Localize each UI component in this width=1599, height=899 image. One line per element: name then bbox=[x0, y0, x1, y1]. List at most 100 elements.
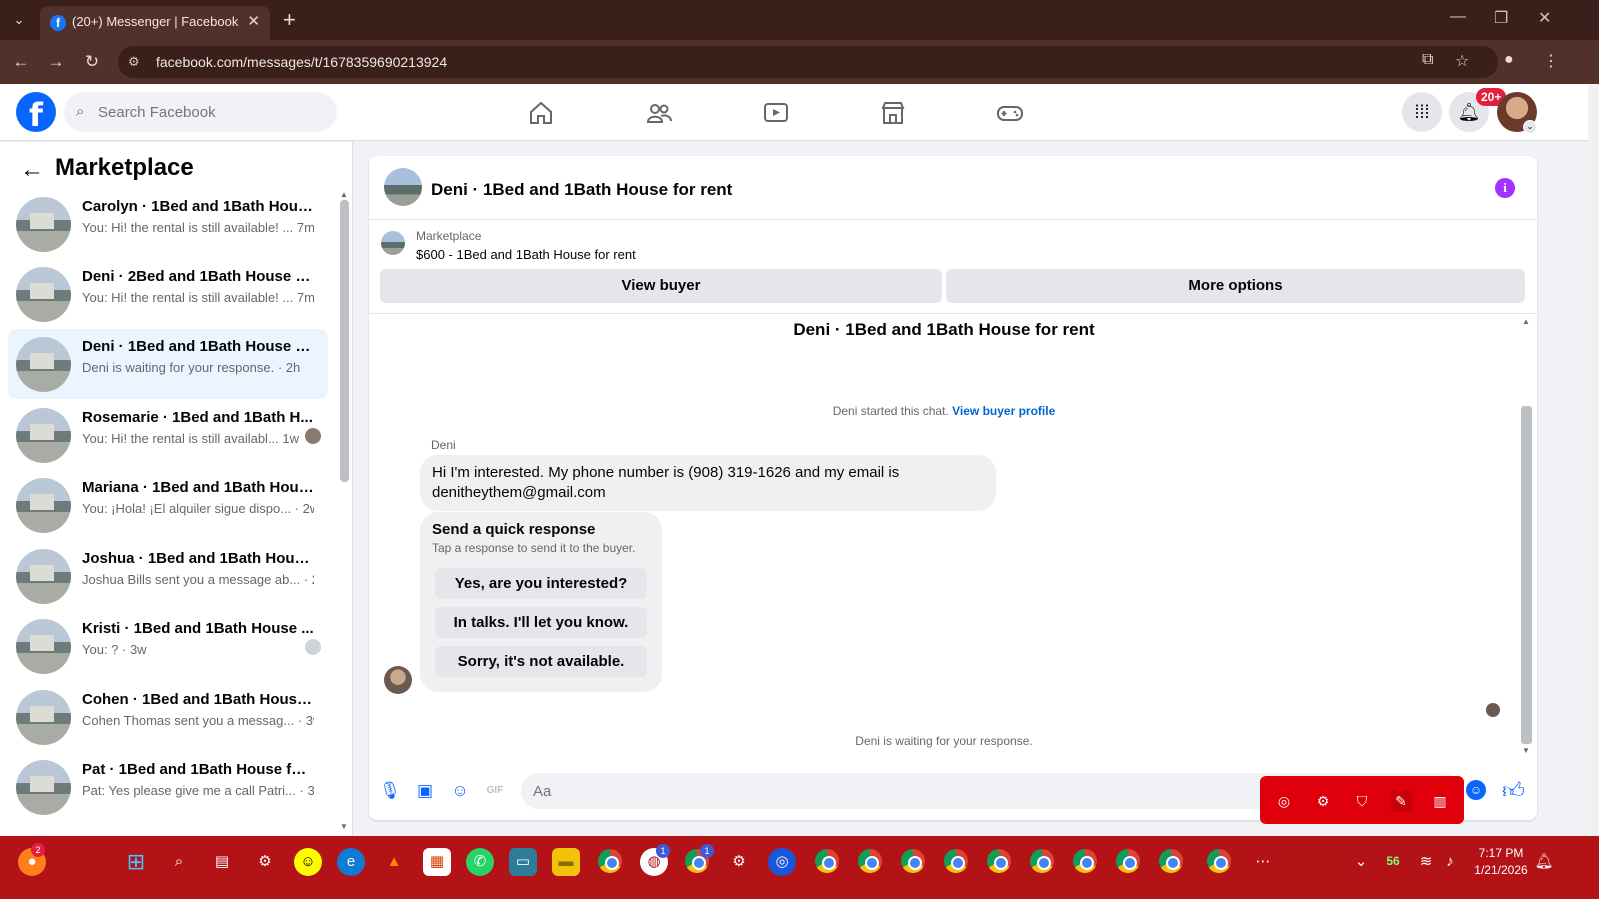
conversation-item[interactable]: Mariana · 1Bed and 1Bath House... You: ¡… bbox=[8, 470, 328, 540]
conversation-item[interactable]: Carolyn · 1Bed and 1Bath House ... You: … bbox=[8, 189, 328, 259]
steam-icon[interactable]: ⚙ bbox=[1312, 790, 1334, 812]
microsoft-store-icon[interactable]: ▦ bbox=[423, 848, 451, 876]
scroll-up-icon[interactable]: ▲ bbox=[340, 190, 348, 199]
bookmark-star-icon[interactable]: ☆ bbox=[1455, 51, 1469, 71]
sender-avatar[interactable] bbox=[384, 666, 412, 694]
minimize-icon[interactable]: — bbox=[1450, 8, 1466, 26]
scroll-up-icon[interactable]: ▲ bbox=[1522, 317, 1530, 326]
notification-bell-icon[interactable]: 🔔︎ bbox=[1530, 848, 1558, 876]
chrome-icon[interactable] bbox=[858, 849, 882, 873]
scroll-down-icon[interactable]: ▼ bbox=[1522, 746, 1530, 755]
chat-scroll-thumb[interactable] bbox=[1521, 406, 1532, 744]
install-app-icon[interactable]: ⧉ bbox=[1422, 51, 1433, 69]
gif-icon[interactable]: GIF bbox=[484, 780, 506, 802]
view-buyer-profile-link[interactable]: View buyer profile bbox=[952, 404, 1055, 418]
chrome-icon[interactable] bbox=[987, 849, 1011, 873]
edge-icon[interactable]: e bbox=[337, 848, 365, 876]
browser-menu-icon[interactable]: ⋮ bbox=[1543, 51, 1559, 71]
view-buyer-button[interactable]: View buyer bbox=[380, 269, 942, 303]
url-text[interactable]: facebook.com/messages/t/1678359690213924 bbox=[156, 54, 447, 70]
friends-icon[interactable] bbox=[604, 94, 714, 132]
whatsapp-icon[interactable]: ✆ bbox=[466, 848, 494, 876]
more-options-button[interactable]: More options bbox=[946, 269, 1525, 303]
chrome-icon[interactable] bbox=[1116, 849, 1140, 873]
vlc-icon[interactable]: ▲ bbox=[380, 848, 408, 876]
address-bar[interactable]: ⚙ facebook.com/messages/t/16783596902139… bbox=[118, 46, 1498, 78]
restore-icon[interactable]: ❐ bbox=[1494, 8, 1508, 28]
profile-icon[interactable]: ● bbox=[1504, 51, 1514, 69]
chrome-icon[interactable] bbox=[598, 849, 622, 873]
search-box[interactable]: ⌕ bbox=[64, 92, 337, 132]
new-tab-icon[interactable]: + bbox=[283, 7, 296, 33]
stats-bars-icon[interactable]: ▥ bbox=[1429, 790, 1451, 812]
tab-close-icon[interactable]: ✕ bbox=[247, 12, 260, 30]
conversation-item[interactable]: Kristi · 1Bed and 1Bath House ... You: ?… bbox=[8, 611, 328, 681]
clock-time[interactable]: 7:17 PM bbox=[1466, 846, 1536, 860]
clock-date[interactable]: 1/21/2026 bbox=[1466, 863, 1536, 877]
remote-app-icon[interactable]: ◎ bbox=[768, 848, 796, 876]
conversation-item[interactable]: Deni · 2Bed and 1Bath House fo... You: H… bbox=[8, 259, 328, 329]
file-explorer-icon[interactable]: ▬ bbox=[552, 848, 580, 876]
listing-thumbnail[interactable] bbox=[381, 231, 405, 255]
marketplace-icon[interactable] bbox=[838, 94, 948, 132]
chrome-icon[interactable] bbox=[1207, 849, 1231, 873]
message-input[interactable] bbox=[533, 773, 1233, 809]
task-view-icon[interactable]: ▤ bbox=[208, 848, 236, 876]
account-chevron-icon[interactable]: ⌄ bbox=[1523, 120, 1537, 134]
quick-response-button[interactable]: In talks. I'll let you know. bbox=[435, 607, 647, 638]
chrome-icon[interactable] bbox=[1030, 849, 1054, 873]
terminal-icon[interactable]: ▭ bbox=[509, 848, 537, 876]
gaming-icon[interactable] bbox=[955, 94, 1065, 132]
chrome-icon[interactable] bbox=[1159, 849, 1183, 873]
home-icon[interactable] bbox=[486, 94, 596, 132]
chrome-icon[interactable] bbox=[1073, 849, 1097, 873]
conversation-item-active[interactable]: Deni · 1Bed and 1Bath House for... Deni … bbox=[8, 329, 328, 399]
taskbar-search-icon[interactable]: ⌕ bbox=[165, 848, 193, 876]
sidebar-scrollbar[interactable]: ▲ ▼ bbox=[338, 190, 351, 836]
volume-icon[interactable]: ♪ bbox=[1436, 848, 1464, 876]
page-scrollbar[interactable] bbox=[1588, 84, 1599, 836]
sidebar-scroll-thumb[interactable] bbox=[340, 200, 349, 482]
scroll-down-icon[interactable]: ▼ bbox=[340, 822, 348, 831]
video-icon[interactable] bbox=[721, 94, 831, 132]
battery-indicator[interactable]: 56 bbox=[1383, 854, 1403, 868]
browser-tab[interactable]: f (20+) Messenger | Facebook ✕ bbox=[40, 6, 270, 40]
chrome-icon[interactable] bbox=[815, 849, 839, 873]
listing-summary[interactable]: $600 - 1Bed and 1Bath House for rent bbox=[416, 247, 636, 262]
close-window-icon[interactable]: ✕ bbox=[1538, 8, 1551, 28]
search-input[interactable] bbox=[98, 92, 328, 132]
pen-icon[interactable]: ✎ bbox=[1390, 790, 1412, 812]
back-arrow-icon[interactable]: ← bbox=[20, 156, 44, 184]
tab-search-chevron-icon[interactable]: ⌄ bbox=[8, 10, 30, 30]
photo-icon[interactable]: ▣ bbox=[414, 780, 436, 802]
chat-scrollbar[interactable]: ▲ ▼ bbox=[1519, 314, 1533, 759]
back-icon[interactable]: ← bbox=[11, 52, 31, 72]
more-apps-icon[interactable]: ⋯ bbox=[1249, 848, 1277, 876]
chrome-icon[interactable] bbox=[944, 849, 968, 873]
menu-grid-icon[interactable]: ⁞⁞⁞ bbox=[1402, 92, 1442, 132]
windows-start-icon[interactable]: ⊞ bbox=[122, 848, 150, 876]
conversation-item[interactable]: Pat · 1Bed and 1Bath House for r... Pat:… bbox=[8, 752, 328, 822]
forward-icon[interactable]: → bbox=[46, 52, 66, 72]
chrome-icon[interactable] bbox=[901, 849, 925, 873]
steam-taskbar-icon[interactable]: ⚙ bbox=[725, 848, 753, 876]
conversation-item[interactable]: Rosemarie · 1Bed and 1Bath H... You: Hi!… bbox=[8, 400, 328, 470]
sticker-icon[interactable]: ☺ bbox=[449, 780, 471, 802]
reload-icon[interactable]: ↻ bbox=[82, 52, 102, 72]
quick-response-button[interactable]: Sorry, it's not available. bbox=[435, 646, 647, 677]
quick-response-button[interactable]: Yes, are you interested? bbox=[435, 568, 647, 599]
snapchat-icon[interactable]: ☺ bbox=[294, 848, 322, 876]
tray-chevron-icon[interactable]: ⌄ bbox=[1347, 848, 1375, 876]
shield-icon[interactable]: ⛉ bbox=[1351, 790, 1373, 812]
screenshot-icon[interactable]: ◎ bbox=[1273, 790, 1295, 812]
conversation-item[interactable]: Joshua · 1Bed and 1Bath House f... Joshu… bbox=[8, 541, 328, 611]
info-icon[interactable]: i bbox=[1495, 178, 1515, 198]
chat-title[interactable]: Deni · 1Bed and 1Bath House for rent bbox=[431, 180, 732, 200]
emoji-icon[interactable]: ☺ bbox=[1466, 780, 1486, 800]
microphone-icon[interactable]: 🎙︎ bbox=[379, 780, 401, 802]
thumbs-up-icon[interactable]: 👍︎ bbox=[1502, 777, 1525, 804]
chat-listing-avatar[interactable] bbox=[384, 168, 422, 206]
site-settings-icon[interactable]: ⚙ bbox=[128, 54, 140, 70]
steam-taskbar-icon[interactable]: ⚙ bbox=[251, 848, 279, 876]
conversation-item[interactable]: Cohen · 1Bed and 1Bath House f... Cohen … bbox=[8, 682, 328, 752]
